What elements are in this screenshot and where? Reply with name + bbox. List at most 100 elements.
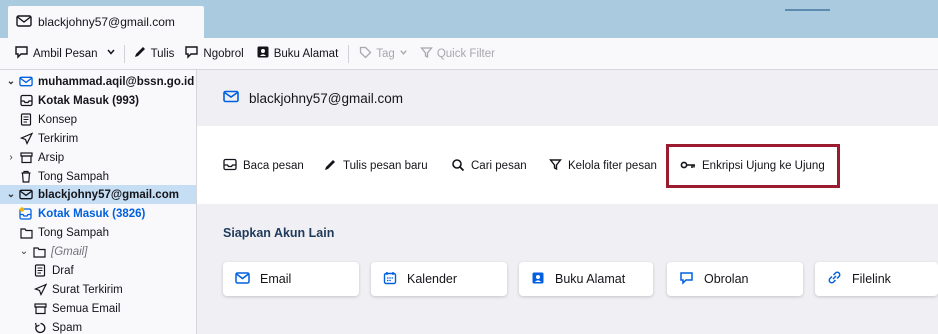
folder-label: Arsip — [38, 151, 65, 164]
account-row-blackjohny[interactable]: ⌄ blackjohny57@gmail.com — [0, 185, 196, 204]
setup-title: Siapkan Akun Lain — [223, 226, 335, 240]
folder-inbox[interactable]: Kotak Masuk (3826) — [0, 204, 196, 223]
folder-sent[interactable]: Surat Terkirim — [0, 280, 196, 299]
chat-icon — [679, 271, 694, 288]
chat-icon — [184, 45, 199, 62]
folder-inbox[interactable]: Kotak Masuk (993) — [0, 91, 196, 110]
tag-label: Tag — [376, 47, 395, 60]
address-book-icon — [531, 271, 545, 288]
folder-label: Kotak Masuk (993) — [38, 94, 139, 107]
inbox-icon — [19, 206, 33, 221]
setup-email-button[interactable]: Email — [223, 262, 359, 296]
folder-all-mail[interactable]: Semua Email — [0, 299, 196, 318]
mail-account-icon — [19, 188, 33, 202]
get-messages-button[interactable]: Ambil Pesan — [12, 42, 100, 66]
folder-archive[interactable]: › Arsip — [0, 148, 196, 167]
tag-button[interactable]: Tag — [357, 42, 410, 66]
chevron-down-icon[interactable]: ⌄ — [19, 246, 29, 257]
quick-filter-label: Quick Filter — [436, 47, 495, 60]
chat-label: Ngobrol — [203, 47, 244, 60]
folder-label: Spam — [52, 321, 83, 334]
setup-calendar-button[interactable]: Kalender — [371, 262, 507, 296]
key-icon — [680, 160, 696, 173]
write-label: Tulis — [150, 47, 175, 60]
read-messages-button[interactable]: Baca pesan — [223, 156, 304, 176]
folder-label: Konsep — [38, 113, 78, 126]
inbox-icon — [19, 94, 33, 108]
search-messages-button[interactable]: Cari pesan — [451, 156, 527, 176]
chevron-down-icon — [106, 47, 116, 60]
quick-filter-button[interactable]: Quick Filter — [418, 42, 497, 66]
tabbar-accent-line — [785, 9, 830, 11]
folder-drafts[interactable]: Draf — [0, 261, 196, 280]
folder-icon — [19, 226, 33, 240]
manage-filters-label: Kelola fiter pesan — [568, 160, 657, 172]
folder-spam[interactable]: Spam — [0, 318, 196, 334]
write-message-button[interactable]: Tulis pesan baru — [323, 156, 428, 176]
chevron-right-icon[interactable]: › — [6, 152, 16, 163]
address-book-icon — [256, 45, 270, 62]
get-messages-label: Ambil Pesan — [33, 47, 98, 60]
setup-calendar-label: Kalender — [407, 272, 458, 286]
link-icon — [827, 270, 842, 288]
pencil-icon — [323, 158, 337, 175]
tab-account[interactable]: blackjohny57@gmail.com — [8, 6, 204, 38]
folder-label: Tong Sampah — [38, 170, 109, 183]
e2ee-button[interactable]: Enkripsi Ujung ke Ujung — [680, 156, 825, 176]
draft-icon — [19, 113, 33, 127]
chevron-down-icon — [399, 48, 408, 60]
archive-icon — [33, 302, 47, 316]
sent-icon — [33, 283, 47, 297]
draft-icon — [33, 264, 47, 278]
setup-address-book-label: Buku Alamat — [555, 272, 626, 286]
address-book-label: Buku Alamat — [273, 47, 339, 60]
account-header: blackjohny57@gmail.com — [197, 70, 938, 126]
account-label: blackjohny57@gmail.com — [38, 188, 179, 201]
chevron-down-icon[interactable]: ⌄ — [6, 76, 16, 87]
folder-pane: ⌄ muhammad.aqil@bssn.go.id Kotak Masuk (… — [0, 70, 197, 334]
folder-label: Terkirim — [38, 132, 79, 145]
setup-chat-label: Obrolan — [704, 272, 749, 286]
account-title: blackjohny57@gmail.com — [249, 90, 404, 106]
folder-label: Tong Sampah — [38, 226, 109, 239]
address-book-button[interactable]: Buku Alamat — [254, 42, 341, 66]
setup-email-label: Email — [260, 272, 292, 286]
folder-gmail[interactable]: ⌄ [Gmail] — [0, 242, 196, 261]
folder-label: [Gmail] — [51, 245, 88, 258]
folder-label: Draf — [52, 264, 74, 277]
folder-drafts[interactable]: Konsep — [0, 110, 196, 129]
e2ee-label: Enkripsi Ujung ke Ujung — [702, 160, 825, 172]
setup-address-book-button[interactable]: Buku Alamat — [519, 262, 653, 296]
calendar-icon — [383, 271, 397, 288]
folder-trash[interactable]: Tong Sampah — [0, 167, 196, 186]
folder-label: Surat Terkirim — [52, 283, 123, 296]
pencil-icon — [133, 45, 147, 62]
toolbar-divider — [123, 44, 125, 63]
folder-sent[interactable]: Terkirim — [0, 129, 196, 148]
write-button[interactable]: Tulis — [131, 42, 177, 66]
mail-icon — [223, 90, 239, 106]
read-messages-label: Baca pesan — [243, 160, 304, 172]
mail-icon — [235, 271, 250, 287]
setup-accounts-section: Siapkan Akun Lain Email Kalender Buku Al… — [197, 204, 938, 334]
setup-chat-button[interactable]: Obrolan — [667, 262, 803, 296]
setup-filelink-button[interactable]: Filelink — [815, 262, 938, 296]
mail-account-icon — [19, 75, 33, 89]
search-icon — [451, 158, 465, 175]
chevron-down-icon[interactable]: ⌄ — [6, 189, 16, 200]
folder-trash[interactable]: Tong Sampah — [0, 223, 196, 242]
tag-icon — [359, 46, 372, 62]
spam-icon — [33, 321, 47, 334]
filter-icon — [549, 158, 562, 174]
get-messages-icon — [14, 45, 29, 62]
archive-icon — [19, 151, 33, 165]
search-messages-label: Cari pesan — [471, 160, 527, 172]
chat-button[interactable]: Ngobrol — [182, 42, 245, 66]
folder-label: Kotak Masuk (3826) — [38, 207, 146, 220]
setup-filelink-label: Filelink — [852, 272, 891, 286]
account-row-muhammad[interactable]: ⌄ muhammad.aqil@bssn.go.id — [0, 72, 196, 91]
manage-filters-button[interactable]: Kelola fiter pesan — [549, 156, 657, 176]
get-messages-dropdown[interactable] — [104, 42, 118, 66]
inbox-icon — [223, 158, 237, 174]
sent-icon — [19, 132, 33, 146]
